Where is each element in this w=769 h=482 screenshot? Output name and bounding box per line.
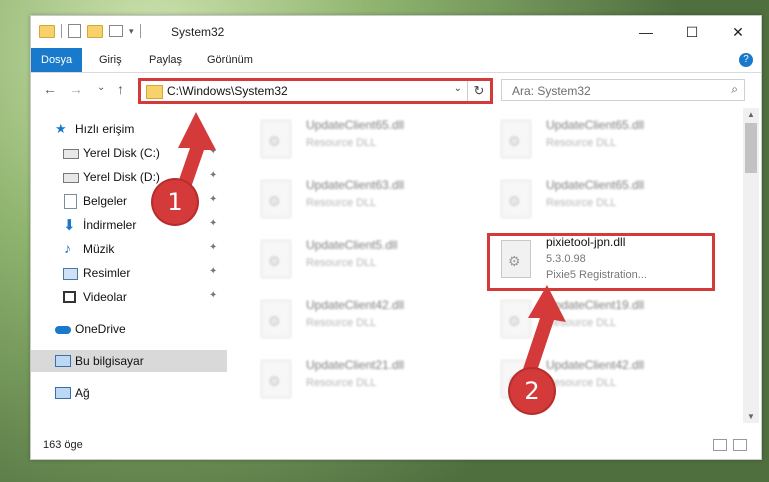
arrow-2-icon: [522, 285, 566, 374]
step-2-badge: 2: [510, 369, 554, 413]
step-1-badge: 1: [153, 180, 197, 224]
annotation-arrows: [172, 112, 566, 374]
